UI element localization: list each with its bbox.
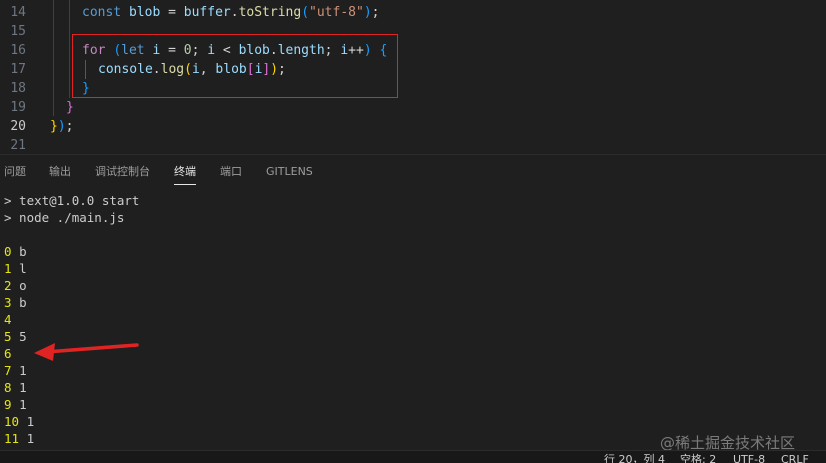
terminal-output-line: 0 b	[4, 243, 27, 260]
terminal-prompt-line: > node ./main.js	[4, 210, 125, 225]
line-number: 16	[10, 43, 26, 58]
output-index: 0	[4, 244, 12, 259]
output-value: o	[19, 278, 27, 293]
terminal-output-line: 3 b	[4, 294, 27, 311]
terminal-output-line: 6	[4, 345, 19, 362]
output-value: 1	[26, 431, 35, 446]
tab-problems[interactable]: 问题	[4, 155, 26, 189]
output-index: 8	[4, 380, 12, 395]
tab-ports[interactable]: 端口	[220, 155, 242, 189]
output-index: 4	[4, 312, 12, 327]
output-index: 7	[4, 363, 12, 378]
output-index: 1	[4, 261, 12, 276]
code-editor[interactable]: 14 const blob = buffer.toString("utf-8")…	[0, 0, 826, 154]
output-index: 5	[4, 329, 12, 344]
output-value: l	[19, 261, 27, 276]
output-index: 11	[4, 431, 20, 446]
terminal-output-line: 11 1	[4, 430, 34, 447]
status-bar: 行 20，列 4 空格: 2 UTF-8 CRLF	[0, 450, 826, 463]
tab-gitlens[interactable]: GITLENS	[266, 155, 313, 189]
tab-terminal[interactable]: 终端	[174, 155, 196, 189]
tab-debug-console[interactable]: 调试控制台	[95, 155, 150, 189]
line-number: 20	[10, 119, 26, 134]
output-value: b	[19, 295, 27, 310]
terminal-output[interactable]: > text@1.0.0 start > node ./main.js 0 b1…	[0, 190, 826, 450]
code-line-21[interactable]: 21	[0, 136, 826, 154]
output-value: b	[19, 244, 27, 259]
line-number: 15	[10, 24, 26, 39]
code-line-14[interactable]: 14 const blob = buffer.toString("utf-8")…	[0, 3, 826, 22]
output-index: 9	[4, 397, 12, 412]
indent-guide	[53, 0, 54, 116]
output-index: 2	[4, 278, 12, 293]
panel-tab-bar: 问题 输出 调试控制台 终端 端口 GITLENS	[0, 154, 826, 191]
terminal-output-line: 10 1	[4, 413, 34, 430]
code-line-20[interactable]: 20 });	[0, 117, 826, 136]
output-value: 1	[19, 397, 27, 412]
output-index: 6	[4, 346, 12, 361]
tab-output[interactable]: 输出	[49, 155, 71, 189]
line-number: 18	[10, 81, 26, 96]
output-value: 1	[26, 414, 35, 429]
highlight-annotation-box	[72, 34, 398, 98]
output-index: 3	[4, 295, 12, 310]
output-index: 10	[4, 414, 20, 429]
terminal-prompt-line: > text@1.0.0 start	[4, 193, 140, 208]
line-number: 14	[10, 5, 26, 20]
terminal-output-line: 2 o	[4, 277, 27, 294]
output-value: 1	[19, 380, 27, 395]
line-number: 21	[10, 138, 26, 153]
terminal-output-line: 7 1	[4, 362, 27, 379]
output-value: 5	[19, 329, 27, 344]
terminal-output-line: 5 5	[4, 328, 27, 345]
output-value: 1	[19, 363, 27, 378]
code-line-19[interactable]: 19 }	[0, 98, 826, 117]
line-number: 17	[10, 62, 26, 77]
terminal-output-line: 1 l	[4, 260, 27, 277]
terminal-output-line: 8 1	[4, 379, 27, 396]
terminal-output-line: 9 1	[4, 396, 27, 413]
terminal-output-line: 4	[4, 311, 19, 328]
indent-guide	[69, 0, 70, 98]
line-number: 19	[10, 100, 26, 115]
